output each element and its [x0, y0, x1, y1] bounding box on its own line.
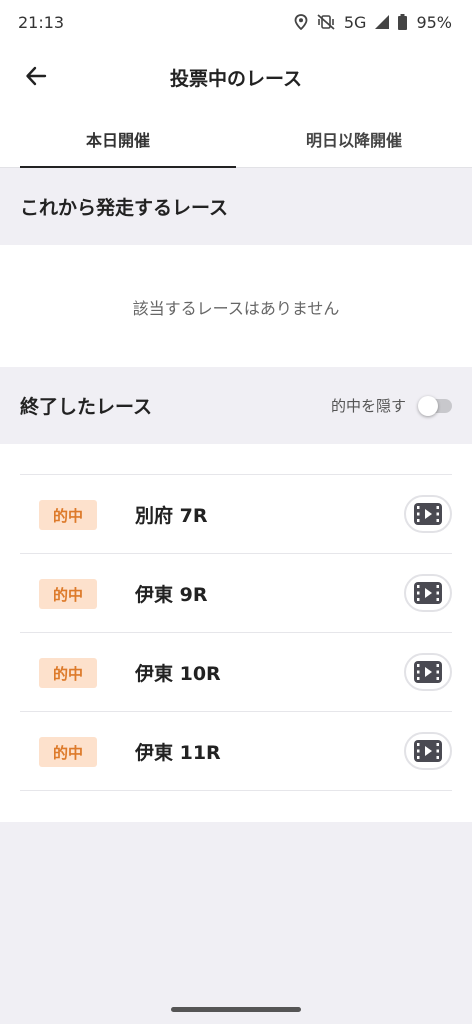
video-icon — [414, 740, 442, 762]
tab-upcoming-days[interactable]: 明日以降開催 — [236, 110, 472, 167]
hide-hits-toggle[interactable] — [418, 395, 452, 416]
race-name: 別府 7R — [135, 505, 208, 527]
race-list: 的中 別府 7R 的中 伊東 9R 的中 伊東 10R 的中 伊東 11R — [20, 474, 452, 791]
hide-hits-control: 的中を隠す — [331, 395, 452, 416]
battery-level: 95% — [416, 12, 452, 32]
hide-hits-label: 的中を隠す — [330, 397, 406, 415]
tab-bar: 本日開催 明日以降開催 — [0, 110, 472, 168]
race-row[interactable]: 的中 伊東 10R — [20, 633, 452, 712]
video-button[interactable] — [404, 574, 452, 612]
race-name: 伊東 10R — [135, 663, 221, 685]
upcoming-section-header: これから発走するレース — [0, 168, 472, 245]
battery-icon — [398, 14, 408, 30]
arrow-left-icon — [26, 66, 47, 86]
video-icon — [414, 582, 442, 604]
hit-badge: 的中 — [39, 658, 97, 688]
race-row[interactable]: 的中 伊東 9R — [20, 554, 452, 633]
back-button[interactable] — [14, 54, 58, 98]
race-name: 伊東 11R — [135, 742, 221, 764]
video-icon — [414, 661, 442, 683]
race-row[interactable]: 的中 伊東 11R — [20, 712, 452, 791]
video-button[interactable] — [404, 653, 452, 691]
location-icon — [294, 14, 308, 30]
page-title: 投票中のレース — [169, 67, 303, 90]
race-name: 伊東 9R — [135, 584, 208, 606]
app-bar: 投票中のレース — [0, 44, 472, 110]
status-icons: 5G 95% — [294, 13, 452, 32]
home-indicator[interactable] — [171, 1007, 301, 1012]
video-button[interactable] — [404, 495, 452, 533]
tab-today[interactable]: 本日開催 — [0, 110, 236, 168]
upcoming-section-title: これから発走するレース — [20, 197, 229, 219]
video-icon — [414, 503, 442, 525]
vibrate-off-icon — [317, 14, 335, 30]
video-button[interactable] — [404, 732, 452, 770]
signal-icon — [375, 15, 390, 29]
finished-panel: 的中 別府 7R 的中 伊東 9R 的中 伊東 10R 的中 伊東 11R — [0, 444, 472, 822]
hit-badge: 的中 — [39, 500, 97, 530]
toggle-knob — [418, 395, 438, 416]
network-type: 5G — [343, 12, 367, 32]
status-time: 21:13 — [18, 12, 65, 32]
hit-badge: 的中 — [39, 737, 97, 767]
status-bar: 21:13 5G 95% — [0, 0, 472, 44]
finished-section-header: 終了したレース 的中を隠す — [0, 367, 472, 444]
race-row[interactable]: 的中 別府 7R — [20, 475, 452, 554]
hit-badge: 的中 — [39, 579, 97, 609]
upcoming-panel: 該当するレースはありません — [0, 245, 472, 367]
empty-message: 該当するレースはありません — [132, 299, 340, 318]
finished-section-title: 終了したレース — [20, 396, 153, 418]
